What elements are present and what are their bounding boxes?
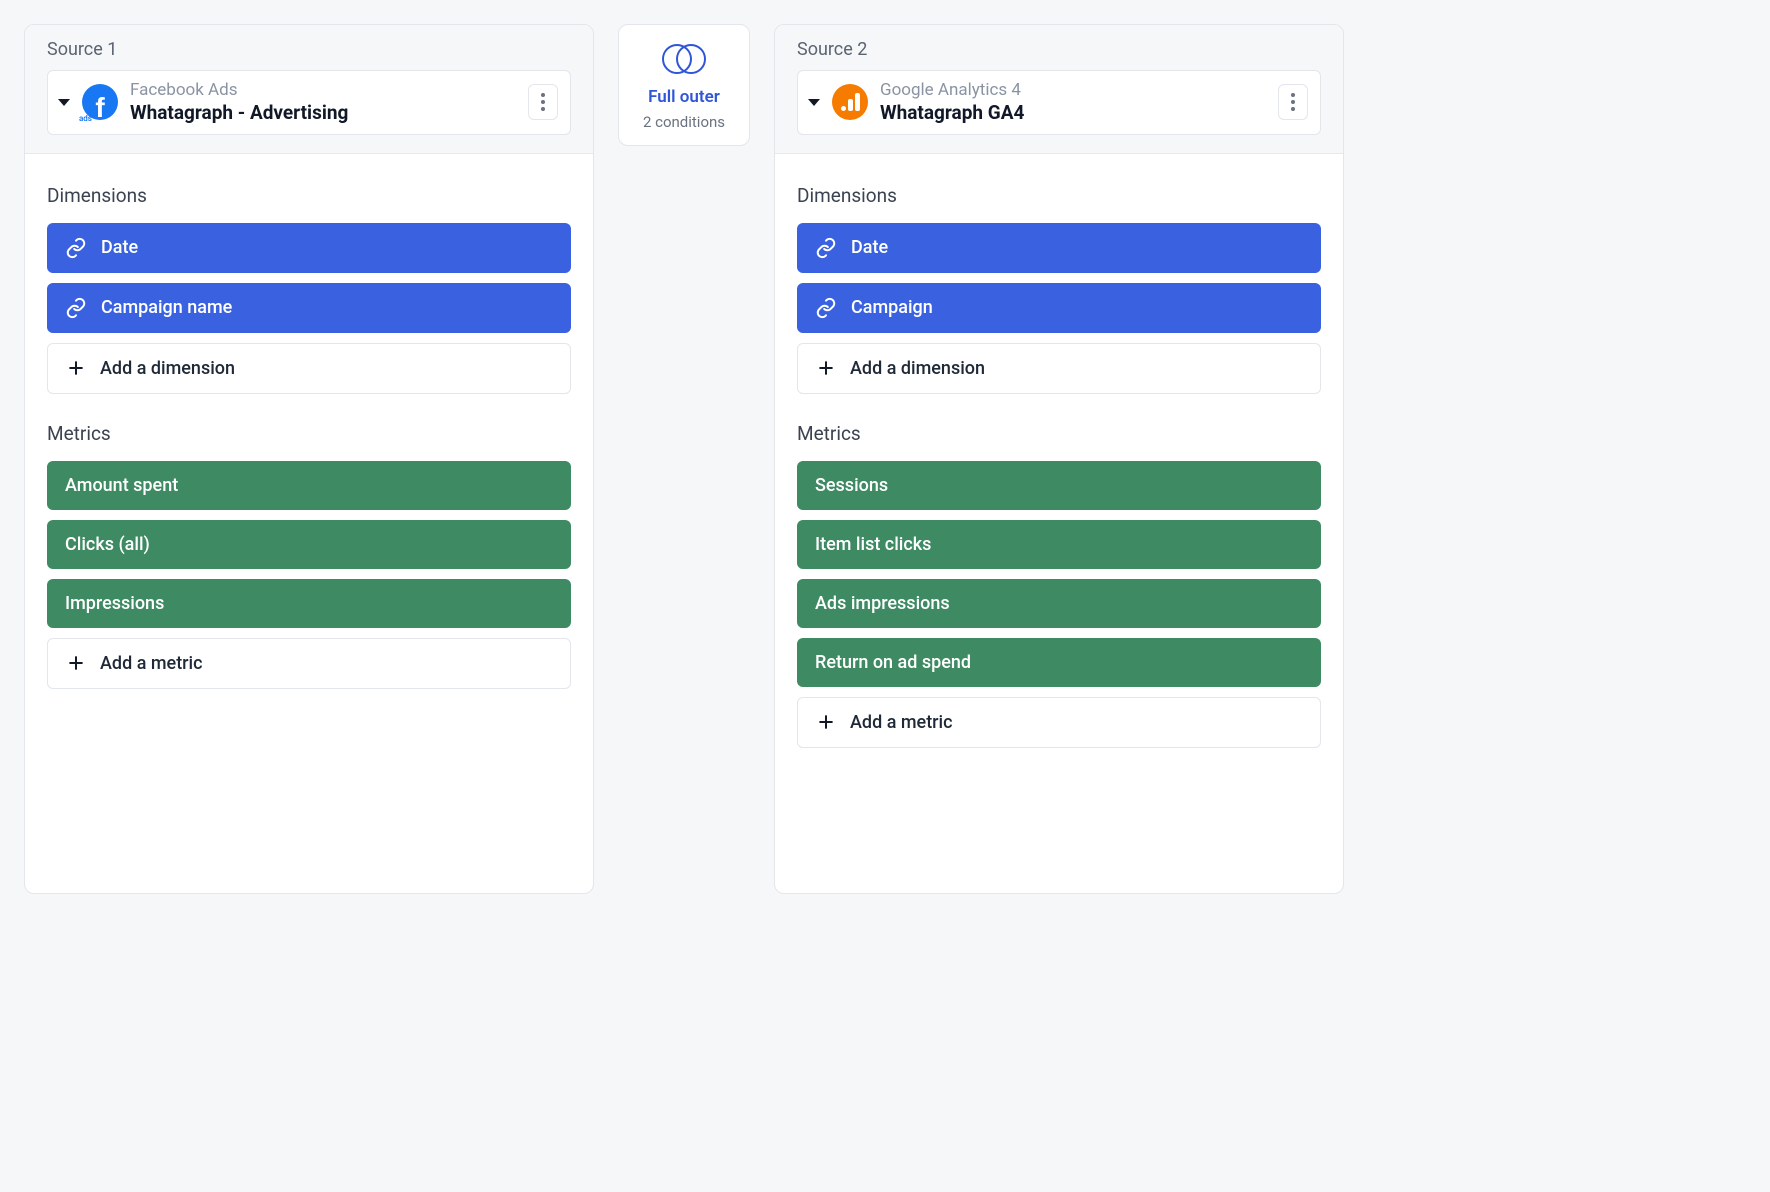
caret-down-icon xyxy=(58,99,70,106)
source-1-dimensions: Date Campaign name Add a dimension xyxy=(47,223,571,394)
metric-chip[interactable]: Return on ad spend xyxy=(797,638,1321,687)
dimension-chip[interactable]: Date xyxy=(47,223,571,273)
data-blend-layout: Source 1 ads Facebook Ads Whatagraph - A… xyxy=(24,24,1344,894)
dimension-chip-label: Date xyxy=(851,237,888,258)
source-1-integration: Facebook Ads xyxy=(130,79,516,101)
dimension-chip-label: Campaign xyxy=(851,297,933,318)
source-2-menu-button[interactable] xyxy=(1278,84,1308,120)
source-panel-2: Source 2 Google Analytics 4 Whatagraph G… xyxy=(774,24,1344,894)
metrics-label: Metrics xyxy=(797,422,1321,445)
add-dimension-button[interactable]: Add a dimension xyxy=(797,343,1321,394)
caret-down-icon xyxy=(808,99,820,106)
link-icon xyxy=(65,297,87,319)
add-dimension-button[interactable]: Add a dimension xyxy=(47,343,571,394)
source-panel-1-header: Source 1 ads Facebook Ads Whatagraph - A… xyxy=(25,25,593,154)
source-1-menu-button[interactable] xyxy=(528,84,558,120)
source-1-title: Source 1 xyxy=(47,39,571,60)
metric-chip-label: Sessions xyxy=(815,475,888,496)
source-1-selector[interactable]: ads Facebook Ads Whatagraph - Advertisin… xyxy=(47,70,571,135)
source-1-text: Facebook Ads Whatagraph - Advertising xyxy=(130,79,516,126)
metric-chip[interactable]: Clicks (all) xyxy=(47,520,571,569)
dimensions-label: Dimensions xyxy=(797,184,1321,207)
metric-chip-label: Impressions xyxy=(65,593,164,614)
source-2-dimensions: Date Campaign Add a dimension xyxy=(797,223,1321,394)
add-dimension-label: Add a dimension xyxy=(850,358,985,379)
source-2-metrics: Sessions Item list clicks Ads impression… xyxy=(797,461,1321,748)
source-1-metrics: Amount spent Clicks (all) Impressions Ad… xyxy=(47,461,571,689)
source-2-text: Google Analytics 4 Whatagraph GA4 xyxy=(880,79,1266,126)
dimensions-label: Dimensions xyxy=(47,184,571,207)
join-conditions-label: 2 conditions xyxy=(643,113,725,131)
dimension-chip[interactable]: Campaign xyxy=(797,283,1321,333)
metric-chip[interactable]: Sessions xyxy=(797,461,1321,510)
dimension-chip-label: Campaign name xyxy=(101,297,232,318)
dimension-chip-label: Date xyxy=(101,237,138,258)
source-panel-1: Source 1 ads Facebook Ads Whatagraph - A… xyxy=(24,24,594,894)
dimension-chip[interactable]: Date xyxy=(797,223,1321,273)
metric-chip-label: Clicks (all) xyxy=(65,534,150,555)
source-2-body: Dimensions Date Campaign xyxy=(775,154,1343,802)
facebook-ads-icon: ads xyxy=(82,84,118,120)
source-2-title: Source 2 xyxy=(797,39,1321,60)
add-metric-label: Add a metric xyxy=(850,712,953,733)
join-type-label: Full outer xyxy=(648,87,720,107)
plus-icon xyxy=(66,358,86,378)
link-icon xyxy=(65,237,87,259)
plus-icon xyxy=(816,358,836,378)
source-2-account: Whatagraph GA4 xyxy=(880,101,1266,126)
add-metric-button[interactable]: Add a metric xyxy=(797,697,1321,748)
source-panel-2-header: Source 2 Google Analytics 4 Whatagraph G… xyxy=(775,25,1343,154)
add-dimension-label: Add a dimension xyxy=(100,358,235,379)
source-1-body: Dimensions Date Campaign name xyxy=(25,154,593,743)
plus-icon xyxy=(66,653,86,673)
link-icon xyxy=(815,237,837,259)
metric-chip-label: Return on ad spend xyxy=(815,652,971,673)
join-config-card[interactable]: Full outer 2 conditions xyxy=(618,24,750,146)
source-1-account: Whatagraph - Advertising xyxy=(130,101,516,126)
google-analytics-icon xyxy=(832,84,868,120)
metric-chip[interactable]: Impressions xyxy=(47,579,571,628)
metric-chip-label: Item list clicks xyxy=(815,534,931,555)
add-metric-button[interactable]: Add a metric xyxy=(47,638,571,689)
link-icon xyxy=(815,297,837,319)
dimension-chip[interactable]: Campaign name xyxy=(47,283,571,333)
metrics-label: Metrics xyxy=(47,422,571,445)
metric-chip[interactable]: Amount spent xyxy=(47,461,571,510)
source-2-selector[interactable]: Google Analytics 4 Whatagraph GA4 xyxy=(797,70,1321,135)
metric-chip[interactable]: Item list clicks xyxy=(797,520,1321,569)
metric-chip-label: Ads impressions xyxy=(815,593,950,614)
metric-chip-label: Amount spent xyxy=(65,475,178,496)
venn-full-outer-icon xyxy=(657,37,711,81)
add-metric-label: Add a metric xyxy=(100,653,203,674)
plus-icon xyxy=(816,712,836,732)
metric-chip[interactable]: Ads impressions xyxy=(797,579,1321,628)
source-2-integration: Google Analytics 4 xyxy=(880,79,1266,101)
